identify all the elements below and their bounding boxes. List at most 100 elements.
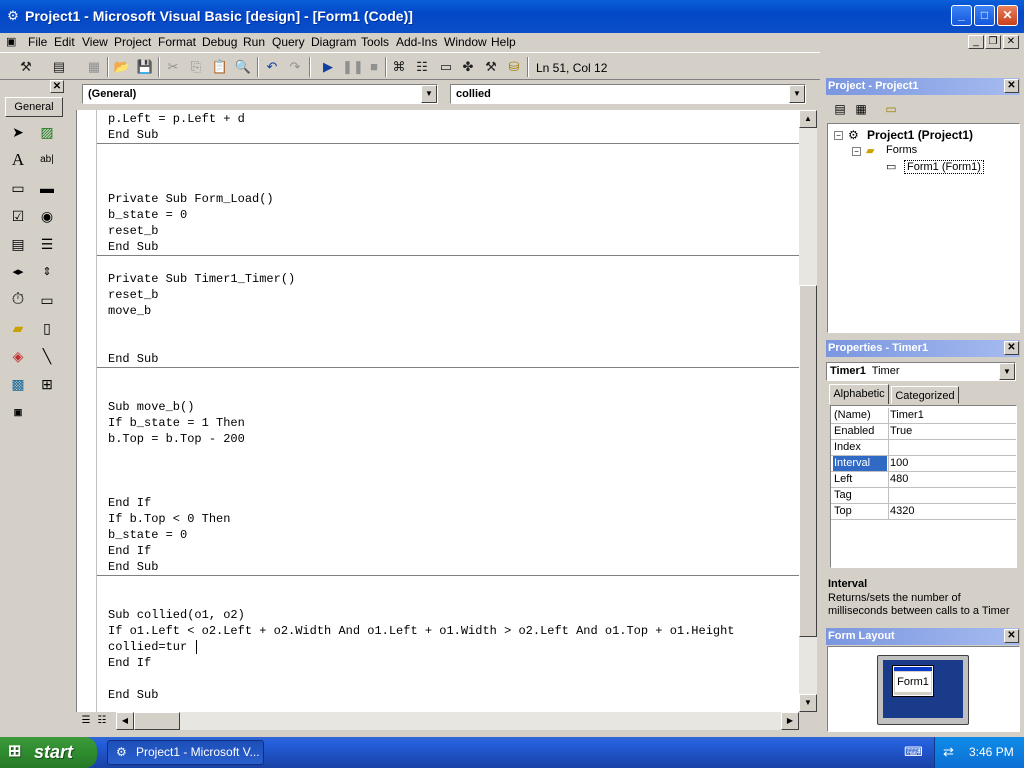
combo-box-tool-icon[interactable]: ▤ xyxy=(7,233,29,255)
break-icon[interactable]: ❚❚ xyxy=(342,58,364,76)
code-line[interactable]: If o1.Left < o2.Left + o2.Width And o1.L… xyxy=(108,623,735,639)
start-icon[interactable]: ▶ xyxy=(319,58,337,76)
procedure-view-icon[interactable]: ☰ xyxy=(78,713,94,729)
title-bar[interactable]: ⚙ Project1 - Microsoft Visual Basic [des… xyxy=(0,0,1024,33)
menu-format[interactable]: Format xyxy=(158,35,196,49)
chevron-down-icon[interactable]: ▼ xyxy=(789,85,805,103)
code-line[interactable]: b.Top = b.Top - 200 xyxy=(108,431,245,447)
paste-icon[interactable]: 📋 xyxy=(211,58,229,76)
code-line[interactable]: Private Sub Form_Load() xyxy=(108,191,274,207)
code-line[interactable]: Sub collied(o1, o2) xyxy=(108,607,245,623)
code-line[interactable]: End If xyxy=(108,543,151,559)
mdi-restore-button[interactable]: ❐ xyxy=(985,35,1001,49)
menu-add-ins[interactable]: Add-Ins xyxy=(396,35,437,49)
project-explorer-icon[interactable]: ⌘ xyxy=(390,58,408,76)
form1-node[interactable]: Form1 (Form1) xyxy=(904,160,984,174)
code-line[interactable]: p.Left = p.Left + d xyxy=(108,111,245,127)
find-icon[interactable]: 🔍 xyxy=(234,58,252,76)
open-icon[interactable]: 📂 xyxy=(113,58,131,76)
scroll-right-icon[interactable]: ▶ xyxy=(781,712,799,730)
code-line[interactable]: b_state = 0 xyxy=(108,527,187,543)
procedure-combo[interactable]: collied ▼ xyxy=(450,84,806,104)
minimize-button[interactable]: _ xyxy=(951,5,972,26)
picture-box-tool-icon[interactable]: ▨ xyxy=(36,121,58,143)
pointer-tool-icon[interactable]: ➤ xyxy=(7,121,29,143)
full-module-view-icon[interactable]: ☷ xyxy=(94,713,110,729)
data-tool-icon[interactable]: ⊞ xyxy=(36,373,58,395)
code-line[interactable]: End Sub xyxy=(108,559,158,575)
object-combo[interactable]: (General) ▼ xyxy=(82,84,438,104)
form-layout-close-button[interactable]: ✕ xyxy=(1004,629,1019,643)
clock[interactable]: 3:46 PM xyxy=(969,745,1014,759)
code-line[interactable]: End Sub xyxy=(108,351,158,367)
property-row-selected[interactable]: Interval 100 xyxy=(831,456,1016,472)
property-row[interactable]: Left 480 xyxy=(831,472,1016,488)
collapse-icon[interactable]: − xyxy=(852,147,861,156)
end-icon[interactable]: ■ xyxy=(365,58,383,76)
tab-categorized[interactable]: Categorized xyxy=(891,386,959,404)
property-value[interactable]: 480 xyxy=(888,472,1016,487)
object-selector[interactable]: Timer1 Timer ▼ xyxy=(826,362,1016,381)
properties-panel-close-button[interactable]: ✕ xyxy=(1004,341,1019,355)
property-row[interactable]: Enabled True xyxy=(831,424,1016,440)
view-code-icon[interactable]: ▤ xyxy=(830,100,850,118)
line-tool-icon[interactable]: ╲ xyxy=(36,345,58,367)
add-form-icon[interactable]: ▤ xyxy=(50,58,68,76)
menu-edit[interactable]: Edit xyxy=(54,35,75,49)
option-button-tool-icon[interactable]: ◉ xyxy=(36,205,58,227)
form-layout-panel-header[interactable]: Form Layout ✕ xyxy=(826,628,1020,645)
scroll-up-icon[interactable]: ▲ xyxy=(799,110,817,128)
project-node[interactable]: Project1 (Project1) xyxy=(867,128,973,142)
menu-window[interactable]: Window xyxy=(444,35,487,49)
menu-editor-icon[interactable]: ▦ xyxy=(85,58,103,76)
data-view-icon[interactable]: ⛁ xyxy=(505,58,523,76)
close-button[interactable]: ✕ xyxy=(997,5,1018,26)
menu-debug[interactable]: Debug xyxy=(202,35,237,49)
horizontal-scroll-thumb[interactable] xyxy=(134,712,180,730)
menu-run[interactable]: Run xyxy=(243,35,265,49)
toolbox-tab-general[interactable]: General xyxy=(5,97,63,117)
code-line[interactable]: End If xyxy=(108,495,151,511)
add-project-icon[interactable]: ⚒ xyxy=(17,58,35,76)
code-line[interactable]: End Sub xyxy=(108,127,158,143)
ole-tool-icon[interactable]: ▣ xyxy=(7,401,29,423)
mdi-minimize-button[interactable]: _ xyxy=(968,35,984,49)
code-line[interactable]: move_b xyxy=(108,303,151,319)
property-row[interactable]: Tag xyxy=(831,488,1016,504)
code-line[interactable]: If b.Top < 0 Then xyxy=(108,511,230,527)
project-panel-header[interactable]: Project - Project1 ✕ xyxy=(826,78,1020,95)
mdi-close-button[interactable]: ✕ xyxy=(1003,35,1019,49)
property-value[interactable] xyxy=(888,488,1016,503)
code-line[interactable]: b_state = 0 xyxy=(108,207,187,223)
property-value[interactable]: True xyxy=(888,424,1016,439)
code-line[interactable]: reset_b xyxy=(108,287,158,303)
redo-icon[interactable]: ↷ xyxy=(286,58,304,76)
margin-indicator-bar[interactable] xyxy=(77,110,97,712)
start-button[interactable]: ⊞ start xyxy=(0,737,97,768)
file-list-box-tool-icon[interactable]: ▯ xyxy=(36,317,58,339)
vb-app-icon[interactable]: ⚙ xyxy=(5,8,21,24)
vertical-scrollbar[interactable]: ▲ ▼ xyxy=(799,110,817,712)
property-row[interactable]: Index xyxy=(831,440,1016,456)
property-value[interactable]: 4320 xyxy=(888,504,1016,519)
timer-tool-icon[interactable]: ⏱ xyxy=(7,289,29,311)
menu-file[interactable]: File xyxy=(28,35,47,49)
list-box-tool-icon[interactable]: ☰ xyxy=(36,233,58,255)
code-editor[interactable]: p.Left = p.Left + d End Sub Private Sub … xyxy=(76,110,799,712)
scroll-left-icon[interactable]: ◀ xyxy=(116,712,134,730)
form-layout-icon[interactable]: ▭ xyxy=(437,58,455,76)
check-box-tool-icon[interactable]: ☑ xyxy=(7,205,29,227)
code-line[interactable]: reset_b xyxy=(108,223,158,239)
code-line[interactable]: collied=tur xyxy=(108,639,187,655)
code-line[interactable]: Private Sub Timer1_Timer() xyxy=(108,271,295,287)
vertical-scroll-thumb[interactable] xyxy=(799,285,817,637)
image-tool-icon[interactable]: ▩ xyxy=(7,373,29,395)
network-icon[interactable]: ⇄ xyxy=(943,744,954,760)
project-panel-close-button[interactable]: ✕ xyxy=(1004,79,1019,93)
keyboard-icon[interactable]: ⌨ xyxy=(904,744,923,760)
shape-tool-icon[interactable]: ◈ xyxy=(7,345,29,367)
property-value[interactable]: 100 xyxy=(888,456,1016,471)
property-row[interactable]: Top 4320 xyxy=(831,504,1016,520)
property-value[interactable]: Timer1 xyxy=(888,408,1016,423)
label-tool-icon[interactable]: A xyxy=(7,149,29,171)
